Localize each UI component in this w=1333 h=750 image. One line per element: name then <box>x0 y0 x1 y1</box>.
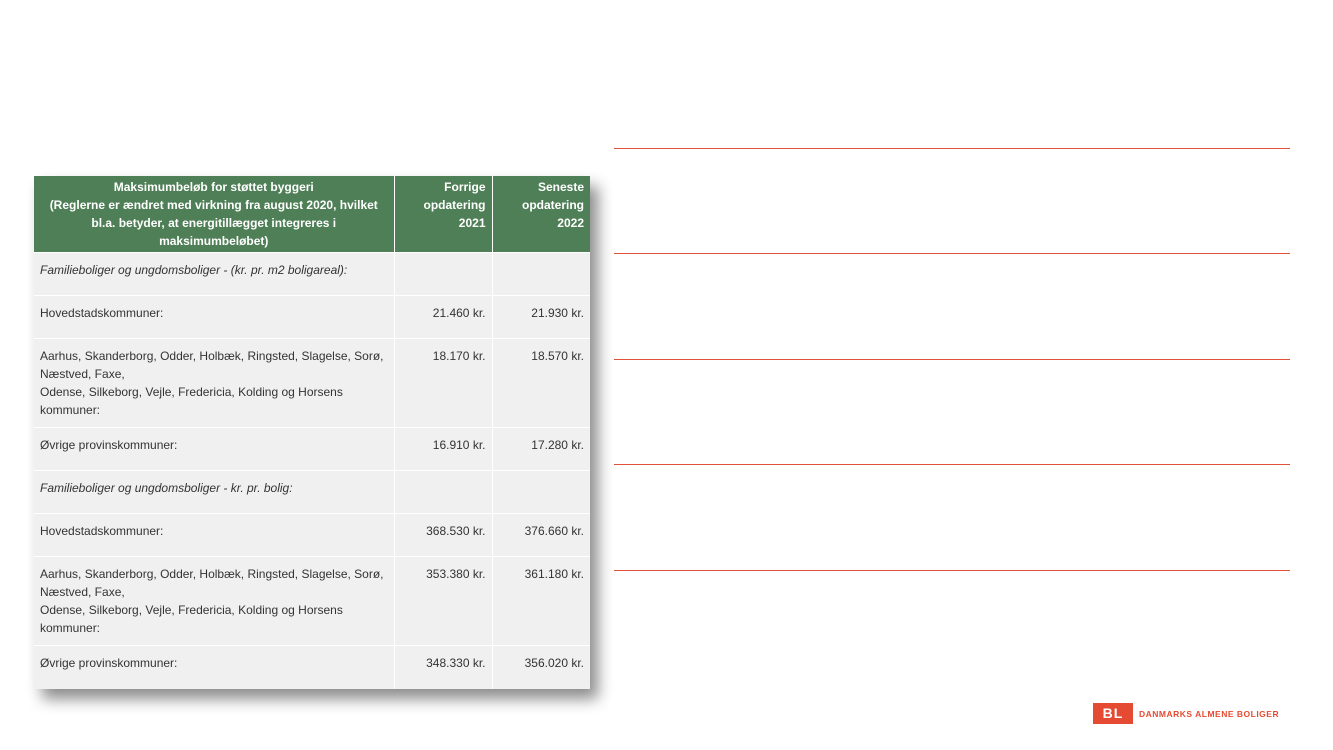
row-latest-value: 18.570 kr. <box>491 338 590 428</box>
row-previous-value: 21.460 kr. <box>393 295 492 339</box>
logo-text: DANMARKS ALMENE BOLIGER <box>1139 708 1280 719</box>
row-description: Aarhus, Skanderborg, Odder, Holbæk, Ring… <box>34 338 394 428</box>
bl-logo: BL DANMARKS ALMENE BOLIGER <box>1093 703 1279 724</box>
row-description: Familieboliger og ungdomsboliger - kr. p… <box>34 470 394 514</box>
max-amount-table-card: Maksimumbeløb for støttet byggeri (Regle… <box>34 176 590 689</box>
table-row: Øvrige provinskommuner: 16.910 kr. 17.28… <box>34 427 590 471</box>
divider-line <box>614 570 1290 571</box>
header-title: Maksimumbeløb for støttet byggeri (Regle… <box>34 176 394 253</box>
row-description: Hovedstadskommuner: <box>34 513 394 557</box>
divider-line <box>614 148 1290 149</box>
divider-line <box>614 253 1290 254</box>
row-latest-value: 17.280 kr. <box>491 427 590 471</box>
table-row: Aarhus, Skanderborg, Odder, Holbæk, Ring… <box>34 338 590 428</box>
header-previous-update: Forrige opdatering 2021 <box>393 176 492 253</box>
row-latest-value <box>491 252 590 296</box>
row-description: Aarhus, Skanderborg, Odder, Holbæk, Ring… <box>34 556 394 646</box>
row-latest-value: 356.020 kr. <box>491 645 590 689</box>
row-previous-value: 16.910 kr. <box>393 427 492 471</box>
table-row: Øvrige provinskommuner: 348.330 kr. 356.… <box>34 645 590 689</box>
row-previous-value <box>393 252 492 296</box>
row-description: Familieboliger og ungdomsboliger - (kr. … <box>34 252 394 296</box>
divider-lines <box>614 0 1290 750</box>
header-latest-update: Seneste opdatering 2022 <box>491 176 590 253</box>
row-latest-value <box>491 470 590 514</box>
row-description: Øvrige provinskommuner: <box>34 645 394 689</box>
table-row: Familieboliger og ungdomsboliger - (kr. … <box>34 252 590 296</box>
table-row: Familieboliger og ungdomsboliger - kr. p… <box>34 470 590 514</box>
table-row: Hovedstadskommuner: 368.530 kr. 376.660 … <box>34 513 590 557</box>
row-latest-value: 361.180 kr. <box>491 556 590 646</box>
table-row: Hovedstadskommuner: 21.460 kr. 21.930 kr… <box>34 295 590 339</box>
table-row: Aarhus, Skanderborg, Odder, Holbæk, Ring… <box>34 556 590 646</box>
row-latest-value: 21.930 kr. <box>491 295 590 339</box>
row-previous-value: 18.170 kr. <box>393 338 492 428</box>
table-header-row: Maksimumbeløb for støttet byggeri (Regle… <box>34 176 590 253</box>
row-latest-value: 376.660 kr. <box>491 513 590 557</box>
row-previous-value: 348.330 kr. <box>393 645 492 689</box>
logo-mark: BL <box>1093 703 1133 724</box>
max-amount-table: Maksimumbeløb for støttet byggeri (Regle… <box>34 176 590 689</box>
row-description: Øvrige provinskommuner: <box>34 427 394 471</box>
divider-line <box>614 359 1290 360</box>
row-previous-value <box>393 470 492 514</box>
divider-line <box>614 464 1290 465</box>
row-previous-value: 368.530 kr. <box>393 513 492 557</box>
row-description: Hovedstadskommuner: <box>34 295 394 339</box>
row-previous-value: 353.380 kr. <box>393 556 492 646</box>
